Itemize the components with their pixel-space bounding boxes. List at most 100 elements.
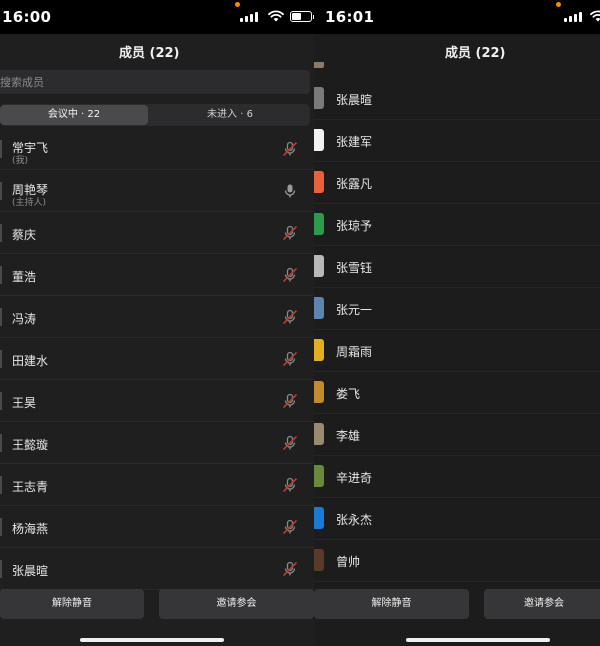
member-name: 辛进奇 bbox=[336, 471, 373, 485]
member-row[interactable]: 周霜雨 bbox=[314, 330, 600, 372]
participant-row[interactable]: 周艳琴 (主持人) bbox=[0, 170, 314, 212]
mic-muted-icon[interactable] bbox=[282, 561, 298, 577]
member-name: 张晨暄 bbox=[336, 93, 373, 107]
participant-row[interactable]: 王志青 bbox=[0, 464, 314, 506]
avatar-edge bbox=[0, 350, 2, 368]
participant-row[interactable]: 王昊 bbox=[0, 380, 314, 422]
mic-muted-icon[interactable] bbox=[282, 477, 298, 493]
unmute-button[interactable]: 解除静音 bbox=[314, 589, 469, 619]
home-indicator bbox=[406, 638, 550, 642]
member-name: 张露凡 bbox=[336, 177, 373, 191]
mic-muted-icon[interactable] bbox=[282, 351, 298, 367]
tab-not-joined[interactable]: 未进入 · 6 bbox=[152, 105, 308, 125]
avatar-edge bbox=[0, 308, 2, 326]
participant-row[interactable]: 董浩 bbox=[0, 254, 314, 296]
participant-row[interactable]: 田建水 bbox=[0, 338, 314, 380]
avatar bbox=[314, 171, 324, 193]
participant-name: 张晨暄 bbox=[12, 564, 49, 578]
mic-muted-icon[interactable] bbox=[282, 519, 298, 535]
avatar bbox=[314, 255, 324, 277]
participant-role: (我) bbox=[12, 156, 29, 166]
avatar bbox=[314, 297, 324, 319]
wifi-icon bbox=[590, 10, 600, 22]
member-row[interactable]: 娄飞 bbox=[314, 372, 600, 414]
invite-button[interactable]: 邀请参会 bbox=[159, 589, 314, 619]
participant-name: 蔡庆 bbox=[12, 228, 37, 242]
avatar bbox=[314, 129, 324, 151]
member-name: 周霜雨 bbox=[336, 345, 373, 359]
signal-icon bbox=[564, 12, 586, 22]
member-row[interactable]: 张永杰 bbox=[314, 498, 600, 540]
member-row[interactable]: 张元一 bbox=[314, 288, 600, 330]
avatar-edge bbox=[0, 266, 2, 284]
avatar bbox=[314, 213, 324, 235]
participant-role: (主持人) bbox=[12, 198, 47, 208]
avatar-edge bbox=[0, 476, 2, 494]
member-name: 娄飞 bbox=[336, 387, 361, 401]
participant-row[interactable]: 杨海燕 bbox=[0, 506, 314, 548]
unmute-button[interactable]: 解除静音 bbox=[0, 589, 144, 619]
participants-panel-left: 16:00 成员 (22) 会议中 · 22 未进入 · 6 常宇飞(我)周艳琴… bbox=[0, 0, 314, 646]
status-bar: 16:01 bbox=[314, 0, 600, 34]
avatar-edge bbox=[0, 182, 2, 200]
member-name: 张永杰 bbox=[336, 513, 373, 527]
battery-icon bbox=[290, 11, 314, 22]
member-name: 张元一 bbox=[336, 303, 373, 317]
page-title: 成员 (22) bbox=[445, 46, 506, 61]
avatar-edge bbox=[0, 392, 2, 410]
participant-name: 王志青 bbox=[12, 480, 49, 494]
mic-muted-icon[interactable] bbox=[282, 141, 298, 157]
member-row[interactable]: 曾帅 bbox=[314, 540, 600, 582]
member-name: 曾帅 bbox=[336, 555, 361, 569]
status-bar: 16:00 bbox=[0, 0, 314, 34]
mic-muted-icon[interactable] bbox=[282, 435, 298, 451]
participant-row[interactable]: 蔡庆 bbox=[0, 212, 314, 254]
participant-name: 杨海燕 bbox=[12, 522, 49, 536]
mic-icon[interactable] bbox=[282, 183, 298, 199]
search-input[interactable] bbox=[0, 70, 310, 94]
participant-name: 王昊 bbox=[12, 396, 37, 410]
page-title: 成员 (22) bbox=[119, 46, 180, 61]
avatar bbox=[314, 507, 324, 529]
home-indicator bbox=[80, 638, 224, 642]
member-row[interactable]: 张露凡 bbox=[314, 162, 600, 204]
avatar bbox=[314, 339, 324, 361]
participant-row[interactable]: 王懿璇 bbox=[0, 422, 314, 464]
participant-name: 王懿璇 bbox=[12, 438, 49, 452]
signal-icon bbox=[240, 12, 262, 22]
member-row[interactable]: 张晨暄 bbox=[314, 78, 600, 120]
mic-muted-icon[interactable] bbox=[282, 393, 298, 409]
avatar-edge bbox=[0, 224, 2, 242]
avatar bbox=[314, 465, 324, 487]
participants-panel-right: 16:01 成员 (22) 张晨暄张建军张露凡张琼予张雪钰张元一周霜雨娄飞李雄辛… bbox=[314, 0, 600, 646]
avatar bbox=[314, 381, 324, 403]
avatar-edge bbox=[0, 518, 2, 536]
participant-row[interactable]: 冯涛 bbox=[0, 296, 314, 338]
avatar-edge bbox=[0, 560, 2, 578]
tab-in-meeting[interactable]: 会议中 · 22 bbox=[0, 105, 148, 125]
member-row[interactable]: 辛进奇 bbox=[314, 456, 600, 498]
participant-row[interactable]: 常宇飞 (我) bbox=[0, 128, 314, 170]
avatar bbox=[314, 87, 324, 109]
member-row[interactable]: 张雪钰 bbox=[314, 246, 600, 288]
member-name: 张雪钰 bbox=[336, 261, 373, 275]
invite-button[interactable]: 邀请参会 bbox=[484, 589, 600, 619]
privacy-indicator bbox=[235, 2, 240, 7]
wifi-icon bbox=[268, 10, 284, 22]
avatar-edge bbox=[0, 140, 2, 158]
member-row[interactable]: 张建军 bbox=[314, 120, 600, 162]
status-time: 16:01 bbox=[325, 8, 375, 26]
participant-row[interactable]: 张晨暄 bbox=[0, 548, 314, 590]
participant-name: 董浩 bbox=[12, 270, 37, 284]
search-bar[interactable] bbox=[0, 70, 310, 94]
member-row[interactable]: 张琼予 bbox=[314, 204, 600, 246]
mic-muted-icon[interactable] bbox=[282, 225, 298, 241]
member-name: 李雄 bbox=[336, 429, 361, 443]
avatar-edge bbox=[0, 434, 2, 452]
mic-muted-icon[interactable] bbox=[282, 309, 298, 325]
member-row[interactable]: 李雄 bbox=[314, 414, 600, 456]
avatar bbox=[314, 423, 324, 445]
mic-muted-icon[interactable] bbox=[282, 267, 298, 283]
status-time: 16:00 bbox=[2, 8, 52, 26]
privacy-indicator bbox=[556, 2, 561, 7]
